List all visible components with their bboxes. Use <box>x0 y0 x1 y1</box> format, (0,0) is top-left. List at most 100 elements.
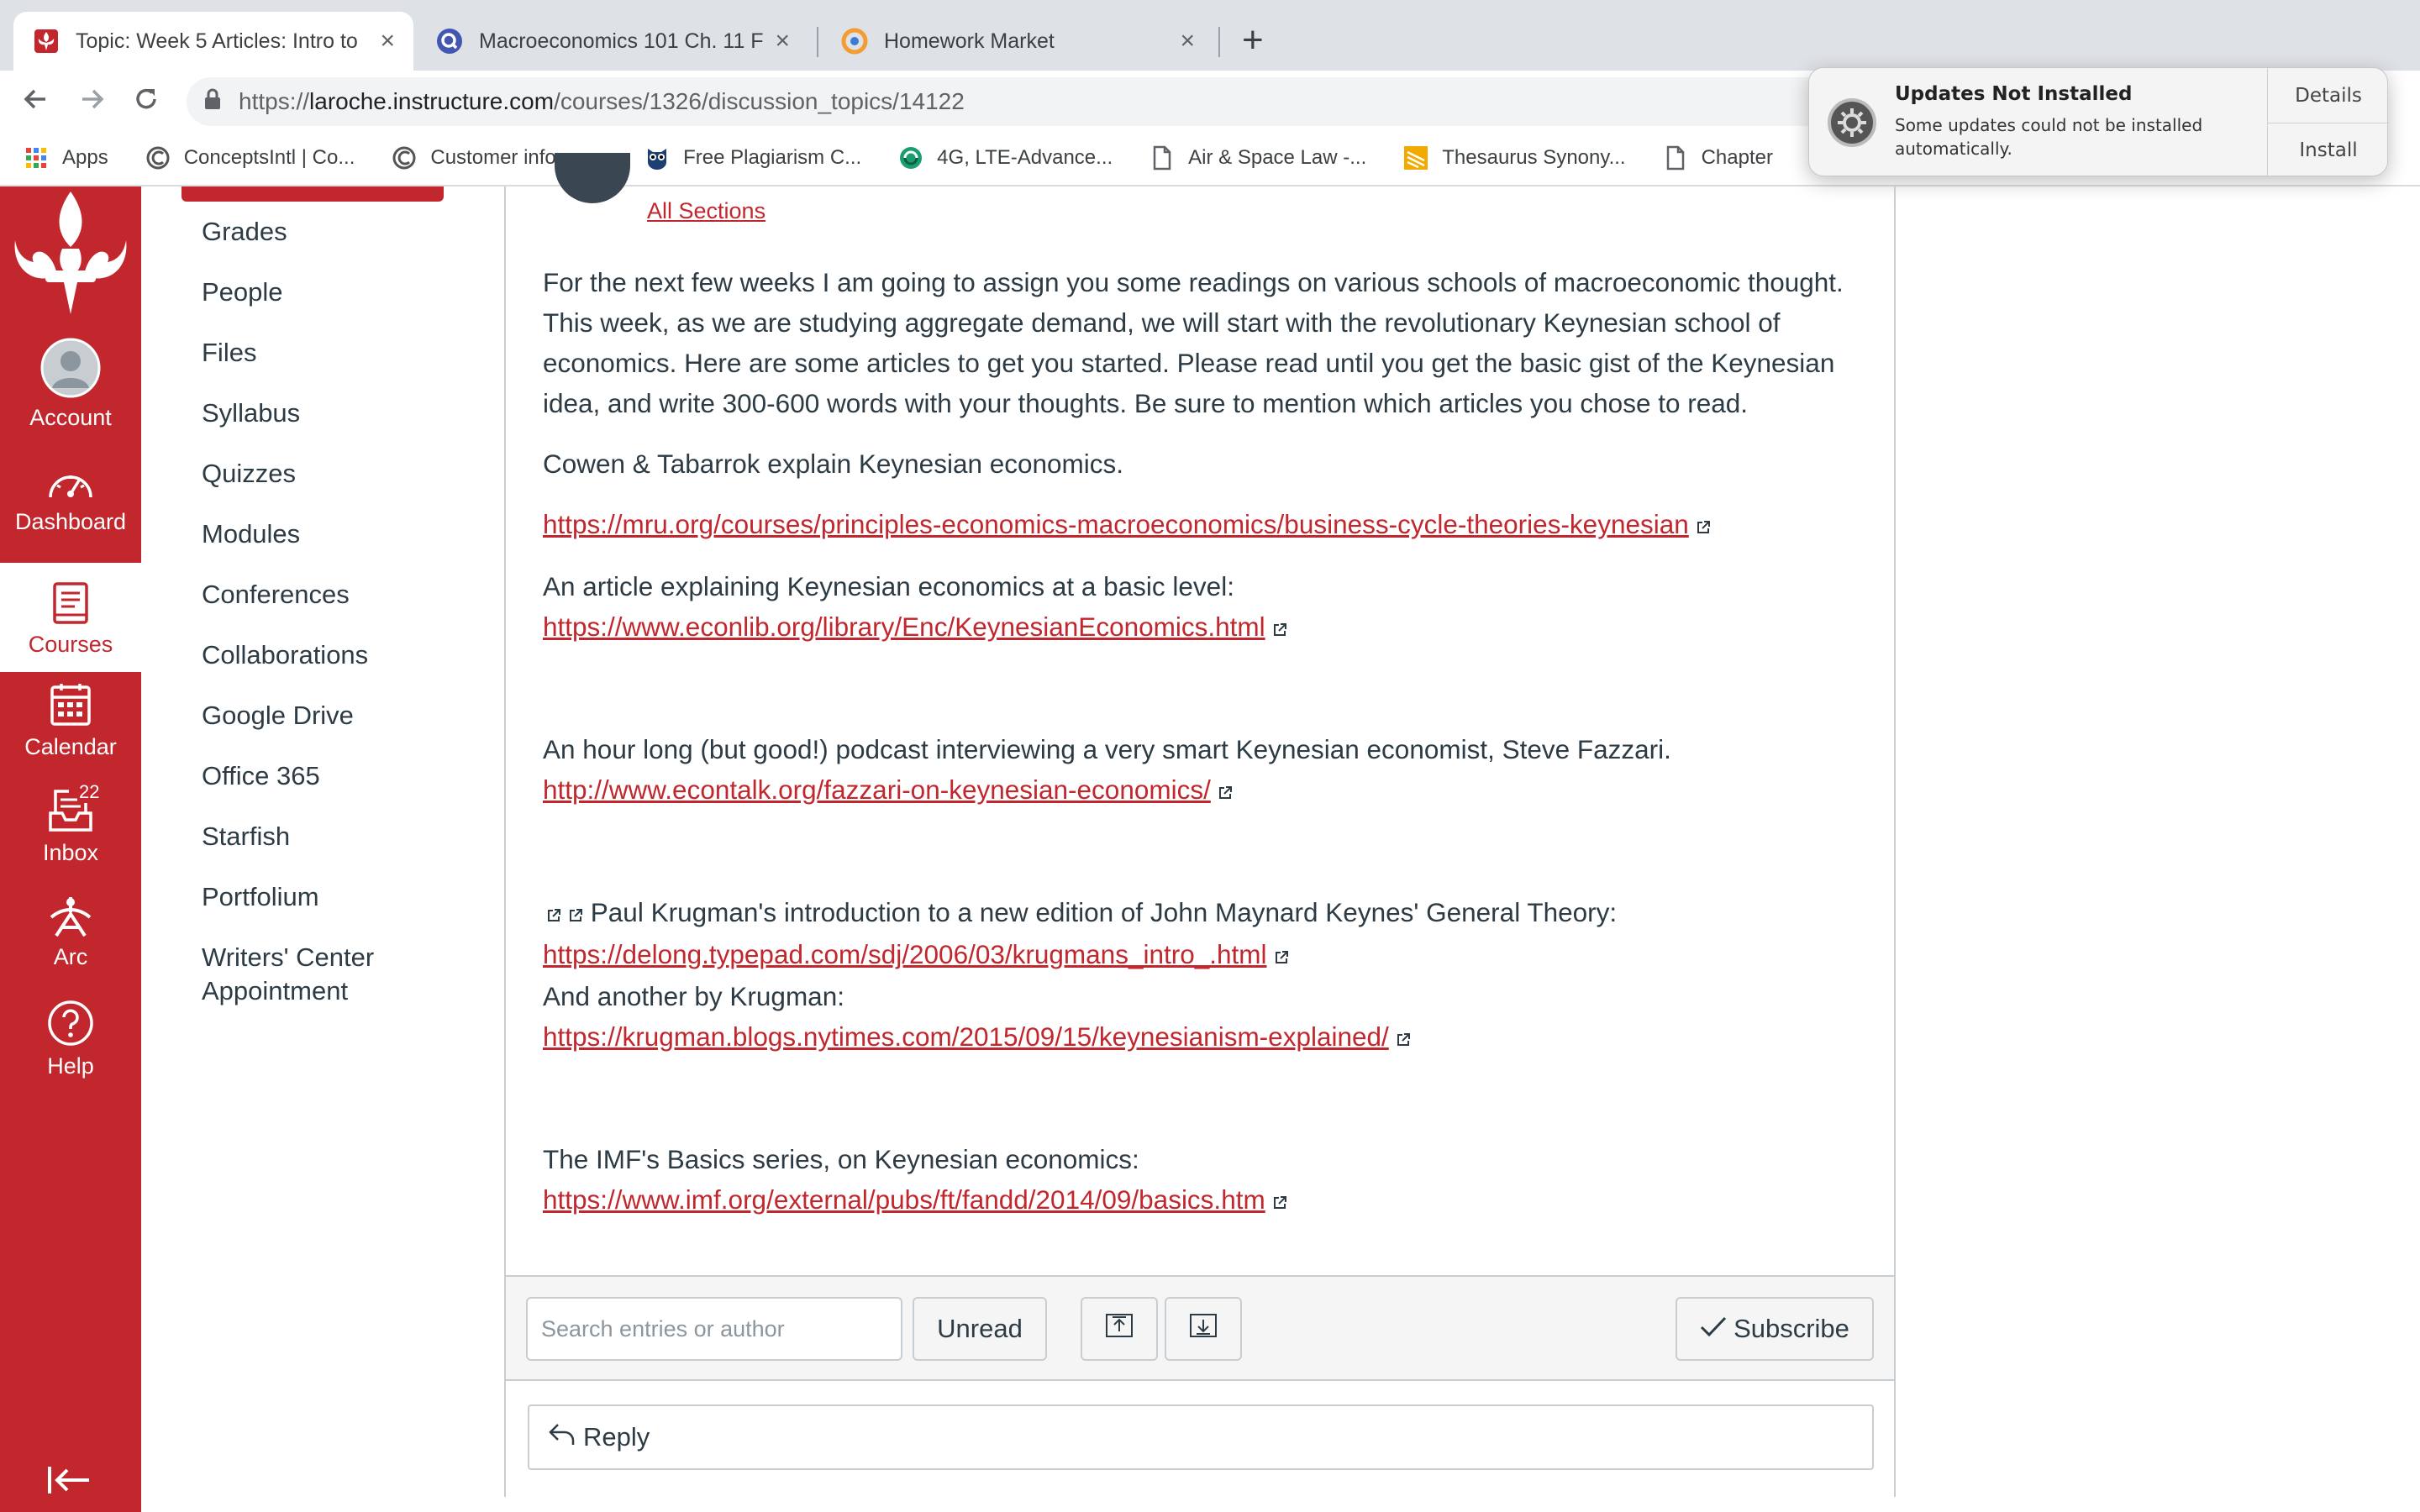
page-icon <box>1663 145 1688 171</box>
reply-arrow-icon <box>548 1421 576 1453</box>
intro-paragraph: For the next few weeks I am going to ass… <box>543 267 1844 418</box>
krugman-link[interactable]: https://delong.typepad.com/sdj/2006/03/k… <box>543 939 1267 969</box>
nav-arc[interactable]: Arc <box>0 894 141 970</box>
details-button[interactable]: Details <box>2268 68 2389 123</box>
author-avatar[interactable] <box>555 153 630 203</box>
quizlet-icon <box>435 27 464 55</box>
nav-label: Help <box>47 1053 94 1079</box>
nav-courses[interactable]: Courses <box>0 563 141 672</box>
bookmark-4g-lte[interactable]: 4G, LTE-Advance... <box>898 145 1113 171</box>
bookmark-apps[interactable]: Apps <box>24 145 108 171</box>
bookmark-label: ConceptsIntl | Co... <box>183 146 355 169</box>
bookmark-label: Thesaurus Synony... <box>1442 146 1626 169</box>
krugman2-link[interactable]: https://krugman.blogs.nytimes.com/2015/0… <box>543 1021 1389 1052</box>
cowen-text: Cowen & Tabarrok explain Keynesian econo… <box>543 449 1124 479</box>
course-nav-office-365[interactable]: Office 365 <box>202 759 320 793</box>
reply-button[interactable]: Reply <box>528 1404 1874 1470</box>
course-nav-conferences[interactable]: Conferences <box>202 578 350 612</box>
reload-icon[interactable] <box>131 84 161 121</box>
bookmark-conceptsintl[interactable]: ConceptsIntl | Co... <box>145 145 355 171</box>
tab-separator <box>1218 27 1220 57</box>
bookmark-chapter[interactable]: Chapter <box>1663 145 1773 171</box>
forward-arrow-icon[interactable] <box>77 84 108 121</box>
update-notification: Updates Not Installed Some updates could… <box>1808 67 2389 177</box>
nav-inbox[interactable]: 22 Inbox <box>0 781 141 866</box>
close-icon[interactable]: × <box>380 27 395 55</box>
nav-help[interactable]: Help <box>0 1000 141 1079</box>
dashboard-gauge-icon <box>0 464 141 502</box>
econlib-block: An article explaining Keynesian economic… <box>543 566 1870 648</box>
external-link-icon <box>1218 771 1233 811</box>
course-nav-quizzes[interactable]: Quizzes <box>202 457 296 491</box>
close-icon[interactable]: × <box>1180 27 1195 55</box>
nav-label: Arc <box>53 944 88 969</box>
course-nav-syllabus[interactable]: Syllabus <box>202 396 300 430</box>
arc-icon <box>0 894 141 937</box>
bookmark-plagiarism[interactable]: Free Plagiarism C... <box>644 145 861 171</box>
podcast-link[interactable]: http://www.econtalk.org/fazzari-on-keyne… <box>543 774 1211 805</box>
tab-quizlet[interactable]: Macroeconomics 101 Ch. 11 Fla × <box>417 12 808 71</box>
url-scheme: https:// <box>239 88 310 114</box>
course-nav-modules[interactable]: Modules <box>202 517 300 551</box>
fleur-de-lis-logo[interactable] <box>8 188 133 323</box>
krugman-block: Paul Krugman's introduction to a new edi… <box>543 892 1870 1058</box>
cowen-link-row: https://mru.org/courses/principles-econo… <box>543 504 1870 546</box>
econlib-link[interactable]: https://www.econlib.org/library/Enc/Keyn… <box>543 612 1265 642</box>
homework-market-icon <box>840 27 869 55</box>
expand-all-button[interactable] <box>1165 1297 1242 1361</box>
close-icon[interactable]: × <box>775 27 790 55</box>
back-arrow-icon[interactable] <box>20 84 50 121</box>
bookmark-thesaurus[interactable]: Thesaurus Synony... <box>1403 145 1626 171</box>
imf-text: The IMF's Basics series, on Keynesian ec… <box>543 1144 1139 1174</box>
nav-label: Courses <box>28 632 113 657</box>
external-link-icon <box>1272 608 1287 648</box>
conceptsintl-icon <box>392 145 417 171</box>
collapse-nav-icon[interactable] <box>47 1463 92 1501</box>
external-link-icon <box>1396 1018 1411 1058</box>
collapse-up-icon <box>1105 1313 1134 1345</box>
course-nav-portfolium[interactable]: Portfolium <box>202 880 319 914</box>
course-nav-people[interactable]: People <box>202 276 283 309</box>
gear-icon <box>1828 98 1876 147</box>
tab-canvas-topic[interactable]: Topic: Week 5 Articles: Intro to × <box>13 12 413 71</box>
econlib-text: An article explaining Keynesian economic… <box>543 571 1234 601</box>
bookmark-label: 4G, LTE-Advance... <box>937 146 1113 169</box>
nav-dashboard[interactable]: Dashboard <box>0 464 141 535</box>
discussion-body: For the next few weeks I am going to ass… <box>543 262 1870 1242</box>
course-nav-google-drive[interactable]: Google Drive <box>202 699 354 732</box>
tab-strip: Topic: Week 5 Articles: Intro to × Macro… <box>0 0 2420 71</box>
canvas-fleur-icon <box>32 27 60 55</box>
inbox-badge: 22 <box>79 781 100 802</box>
bookmark-label: Air & Space Law -... <box>1188 146 1367 169</box>
tab-title: Topic: Week 5 Articles: Intro to <box>76 29 358 53</box>
nav-calendar[interactable]: Calendar <box>0 682 141 760</box>
course-nav-grades[interactable]: Grades <box>202 215 287 249</box>
course-navigation: Grades People Files Syllabus Quizzes Mod… <box>141 186 502 1512</box>
cowen-link[interactable]: https://mru.org/courses/principles-econo… <box>543 509 1689 539</box>
tab-separator <box>817 27 818 57</box>
bookmark-label: Apps <box>62 146 108 169</box>
nav-label: Calendar <box>24 734 117 759</box>
tab-homework-market[interactable]: Homework Market × <box>822 12 1213 71</box>
course-nav-writers-center[interactable]: Writers' Center Appointment <box>202 941 420 1008</box>
all-sections-link[interactable]: All Sections <box>647 198 765 224</box>
external-link-icon <box>546 894 561 934</box>
calendar-icon <box>0 682 141 727</box>
install-button[interactable]: Install <box>2268 123 2389 177</box>
course-nav-starfish[interactable]: Starfish <box>202 820 290 853</box>
subscribe-button[interactable]: Subscribe <box>1676 1297 1874 1361</box>
nav-account[interactable]: Account <box>0 338 141 431</box>
course-nav-files[interactable]: Files <box>202 336 256 370</box>
search-input[interactable] <box>526 1297 902 1361</box>
krugman2-text: And another by Krugman: <box>543 981 844 1011</box>
bookmark-air-space-law[interactable]: Air & Space Law -... <box>1150 145 1366 171</box>
owl-icon <box>644 145 670 171</box>
course-nav-collaborations[interactable]: Collaborations <box>202 638 368 672</box>
collapse-all-button[interactable] <box>1081 1297 1158 1361</box>
bookmark-label: Free Plagiarism C... <box>683 146 862 169</box>
imf-link[interactable]: https://www.imf.org/external/pubs/ft/fan… <box>543 1184 1265 1215</box>
nav-label: Account <box>29 405 112 430</box>
unread-button[interactable]: Unread <box>913 1297 1047 1361</box>
new-tab-button[interactable]: + <box>1242 22 1264 59</box>
discussion-content: All Sections For the next few weeks I am… <box>504 153 1896 1497</box>
